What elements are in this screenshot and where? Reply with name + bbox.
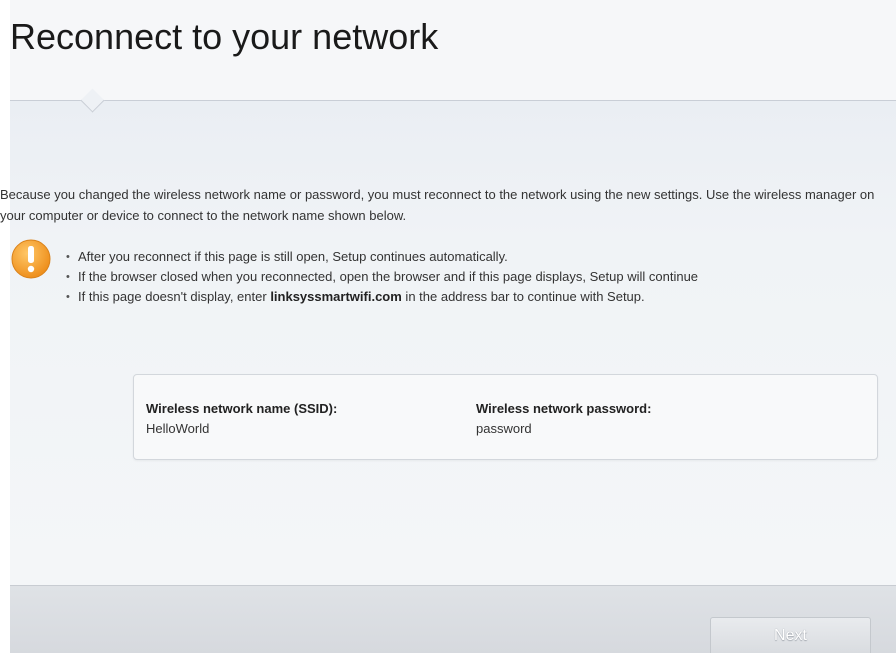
- content-panel: [10, 101, 896, 585]
- list-item-text: After you reconnect if this page is stil…: [78, 249, 508, 264]
- list-item: If this page doesn't display, enter link…: [66, 287, 896, 307]
- list-item: If the browser closed when you reconnect…: [66, 267, 896, 287]
- network-info-box: Wireless network name (SSID): HelloWorld…: [133, 374, 878, 460]
- list-item: After you reconnect if this page is stil…: [66, 247, 896, 267]
- next-button[interactable]: Next: [710, 617, 871, 653]
- list-item-text-after: in the address bar to continue with Setu…: [401, 289, 645, 304]
- setup-page: Reconnect to your network Because you ch…: [0, 0, 896, 653]
- password-label: Wireless network password:: [476, 401, 652, 416]
- list-item-text-before: If this page doesn't display, enter: [78, 289, 271, 304]
- url-text: linksyssmartwifi.com: [270, 289, 402, 304]
- password-value: password: [476, 421, 532, 436]
- ssid-label: Wireless network name (SSID):: [146, 401, 338, 416]
- header-divider: [10, 100, 896, 101]
- page-header: Reconnect to your network: [10, 0, 896, 100]
- exclamation-icon: [11, 239, 51, 279]
- ssid-value: HelloWorld: [146, 421, 210, 436]
- instruction-list: After you reconnect if this page is stil…: [66, 247, 896, 307]
- page-title: Reconnect to your network: [10, 16, 439, 57]
- password-section: Wireless network password: password: [476, 399, 651, 439]
- list-item-text: If the browser closed when you reconnect…: [78, 269, 699, 284]
- ssid-section: Wireless network name (SSID): HelloWorld: [146, 399, 337, 439]
- intro-text: Because you changed the wireless network…: [0, 187, 875, 223]
